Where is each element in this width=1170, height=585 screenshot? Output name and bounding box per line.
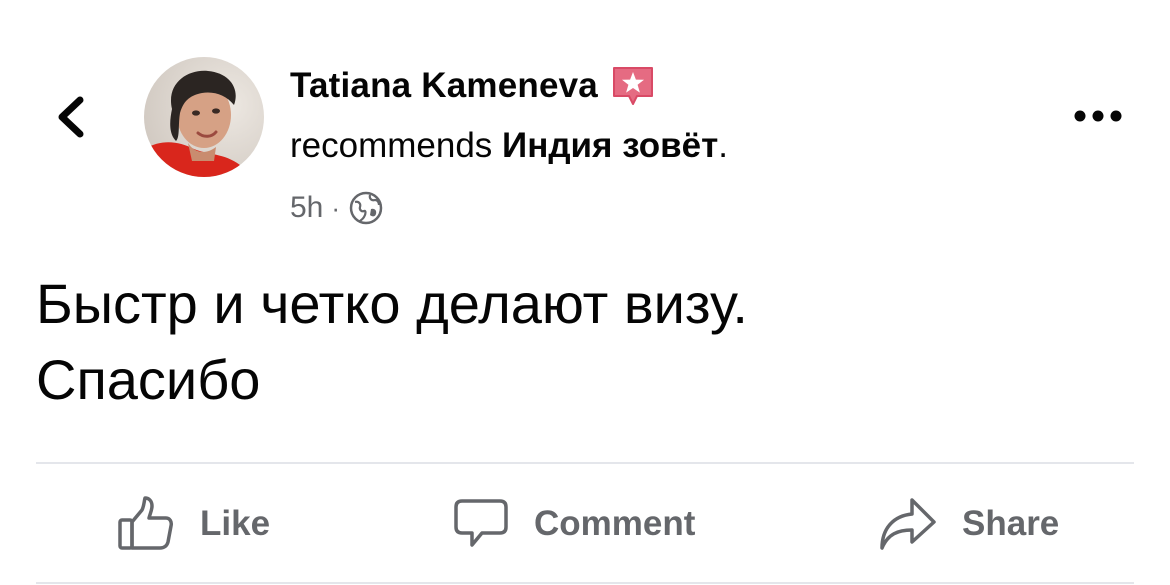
more-options-button[interactable] — [1072, 104, 1124, 128]
avatar[interactable] — [144, 57, 264, 177]
post-meta: 5h · — [290, 188, 384, 228]
divider-bottom — [36, 582, 1134, 584]
post-body: Быстр и четко делают визу. Спасибо — [36, 266, 1136, 418]
post-text-line-2: Спасибо — [36, 348, 261, 411]
comment-button[interactable]: Comment — [452, 492, 695, 556]
like-button[interactable]: Like — [116, 492, 270, 556]
share-label: Share — [962, 504, 1060, 543]
recommends-text: recommends — [290, 126, 503, 165]
recommend-star-icon — [612, 67, 653, 105]
more-horizontal-icon — [1074, 110, 1122, 122]
like-label: Like — [200, 504, 271, 543]
share-arrow-icon — [880, 498, 936, 550]
chevron-left-icon — [58, 96, 84, 138]
speech-bubble-icon — [454, 499, 508, 547]
recommendation-line: recommends Индия зовёт. — [290, 126, 728, 166]
thumbs-up-icon — [118, 496, 173, 550]
comment-label: Comment — [534, 504, 696, 543]
post-header: Tatiana Kameneva — [290, 64, 656, 108]
share-button[interactable]: Share — [878, 492, 1059, 556]
back-button[interactable] — [48, 92, 92, 142]
author-name[interactable]: Tatiana Kameneva — [290, 66, 598, 106]
page-name-link[interactable]: Индия зовёт — [502, 126, 718, 165]
post-timestamp[interactable]: 5h — [290, 191, 323, 225]
divider-top — [36, 462, 1134, 464]
globe-icon[interactable] — [348, 190, 384, 226]
recommends-suffix: . — [718, 126, 728, 165]
post-text-line-1: Быстр и четко делают визу. — [36, 272, 748, 335]
meta-separator: · — [331, 192, 341, 223]
